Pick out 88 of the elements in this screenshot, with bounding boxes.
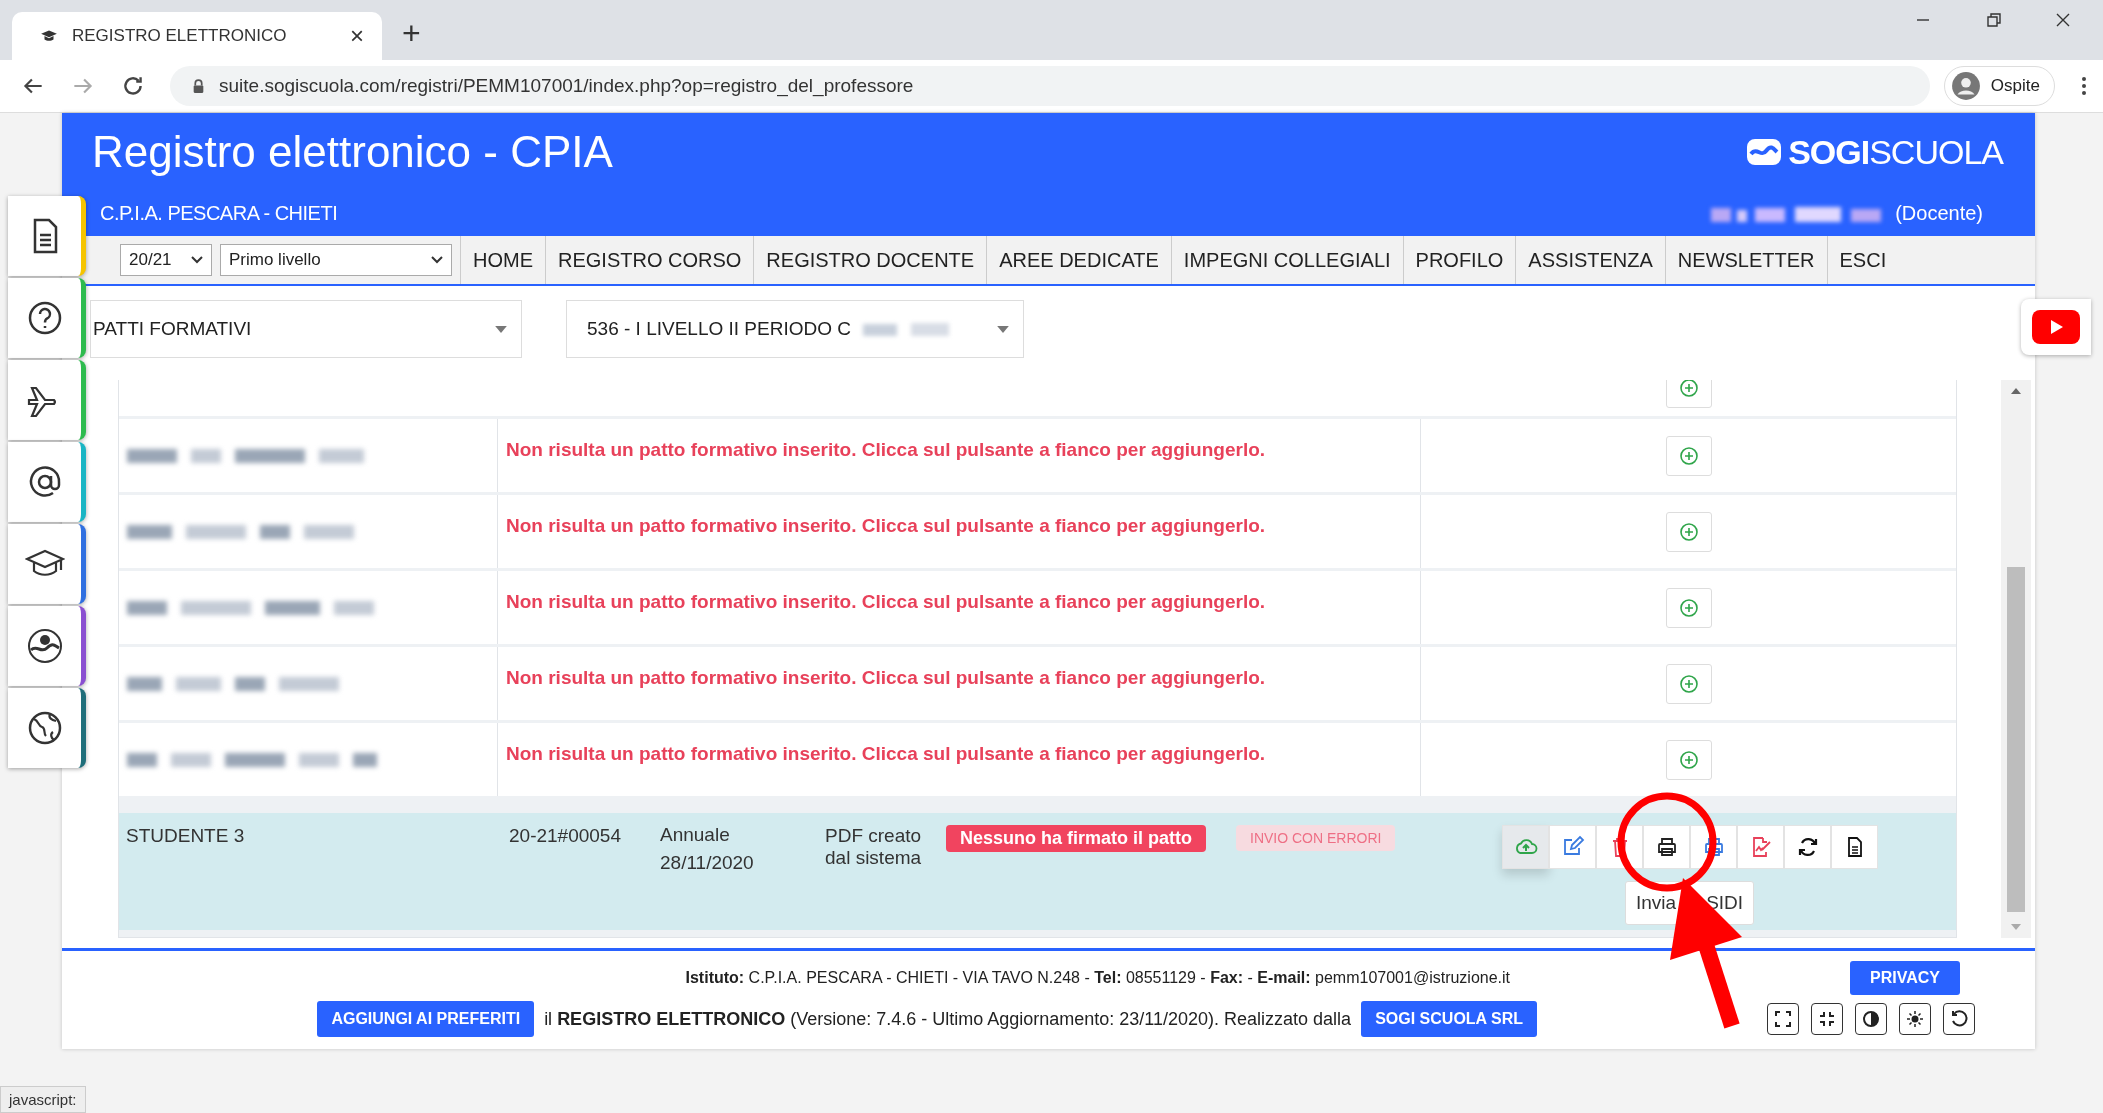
nav-link[interactable]: AREE DEDICATE	[986, 236, 1171, 284]
warning-message: Non risulta un patto formativo inserito. Clicca sul pulsante a fianco per aggiungerlo.	[506, 590, 1266, 613]
add-icon	[1678, 749, 1699, 770]
institute-info: Istituto: C.P.I.A. PESCARA - CHIETI - VIA TAVO N.248 - Tel: 08551129 - Fax: - E-mail: pemm107001@istruzione.it	[685, 969, 1511, 987]
reset-icon	[1949, 1009, 1969, 1029]
logo-text: SOGISCUOLA	[1788, 132, 2003, 172]
sign-button[interactable]	[1737, 825, 1784, 869]
contrast-button[interactable]	[1855, 1003, 1887, 1035]
caret-icon	[495, 325, 507, 333]
period-text: Annuale	[660, 825, 731, 845]
nav-link[interactable]: PROFILO	[1402, 236, 1516, 284]
add-icon	[1678, 597, 1699, 618]
compress-button[interactable]	[1811, 1003, 1843, 1035]
send-status-badge: INVIO CON ERRORI	[1236, 825, 1396, 851]
file-button[interactable]	[1831, 825, 1878, 869]
new-tab-button[interactable]: +	[402, 15, 421, 52]
lock-icon	[192, 78, 205, 94]
nav-link[interactable]: ASSISTENZA	[1515, 236, 1665, 284]
side-button[interactable]	[8, 688, 86, 768]
nav-link[interactable]: ESCI	[1826, 236, 1899, 284]
add-button[interactable]	[1665, 587, 1712, 628]
nav-link[interactable]: NEWSLETTER	[1664, 236, 1827, 284]
class-dropdown[interactable]: 536 - I LIVELLO II PERIODO C	[566, 300, 1024, 358]
section-dropdown[interactable]: PATTI FORMATIVI	[90, 300, 522, 358]
app-title: Registro elettronico - CPIA	[92, 127, 613, 177]
menu-icon[interactable]	[2081, 76, 2087, 96]
scroll-thumb[interactable]	[2007, 567, 2025, 912]
browser-tab[interactable]: REGISTRO ELETTRONICO ×	[12, 12, 382, 60]
tooltip-text: Invia	[1636, 892, 1677, 914]
avatar-icon	[1950, 71, 1981, 101]
add-button[interactable]	[1665, 380, 1712, 408]
scroll-up-icon[interactable]	[2011, 388, 2021, 394]
side-button[interactable]	[8, 524, 86, 604]
reset-button[interactable]	[1943, 1003, 1975, 1035]
brightness-button[interactable]	[1899, 1003, 1931, 1035]
year-select[interactable]: 20/21	[120, 244, 212, 276]
address-field[interactable]: suite.sogiscuola.com/registri/PEMM107001/index.php?op=registro_del_professore	[170, 66, 1930, 106]
scrollbar[interactable]	[2001, 380, 2031, 938]
add-icon	[1678, 380, 1699, 398]
warning-message: Non risulta un patto formativo inserito. Clicca sul pulsante a fianco per aggiungerlo.	[506, 742, 1266, 765]
side-button[interactable]	[8, 442, 86, 522]
add-button[interactable]	[1665, 663, 1712, 704]
status-text: javascript:	[0, 1086, 86, 1113]
add-icon	[1678, 673, 1699, 694]
tab-title: REGISTRO ELETTRONICO	[72, 26, 288, 46]
chevron-icon	[431, 256, 443, 264]
side-button[interactable]	[8, 606, 86, 686]
signature-badge: Nessuno ha firmato il patto	[946, 825, 1207, 852]
add-button[interactable]	[1665, 511, 1712, 552]
add-icon	[1678, 521, 1699, 542]
compress-icon	[1817, 1009, 1837, 1029]
side-button[interactable]	[8, 278, 86, 358]
favorites-button[interactable]: AGGIUNGI AI PREFERITI	[317, 1001, 535, 1037]
close-tab-button[interactable]: ×	[350, 22, 364, 50]
level-select[interactable]: Primo livello	[220, 244, 452, 276]
add-icon	[1678, 445, 1699, 466]
user-role: (Docente)	[1895, 202, 1983, 225]
privacy-button[interactable]: PRIVACY	[1850, 961, 1960, 995]
student-name: STUDENTE 3	[125, 825, 246, 847]
company-button[interactable]: SOGI SCUOLA SRL	[1361, 1001, 1537, 1037]
school-name: C.P.I.A. PESCARA - CHIETI	[100, 202, 338, 225]
chevron-icon	[191, 256, 203, 264]
add-button[interactable]	[1665, 739, 1712, 780]
refresh-button[interactable]	[1784, 825, 1831, 869]
play-icon	[2032, 310, 2080, 344]
logo-icon	[1746, 138, 1783, 166]
warning-message: Non risulta un patto formativo inserito. Clicca sul pulsante a fianco per aggiungerlo.	[506, 514, 1266, 537]
contrast-icon	[1861, 1009, 1881, 1029]
edit-button[interactable]	[1549, 825, 1596, 869]
version-info: il REGISTRO ELETTRONICO (Versione: 7.4.6 - Ultimo Aggiornamento: 23/11/2020). Realizzato dalla	[544, 1008, 1352, 1030]
add-button[interactable]	[1665, 435, 1712, 476]
expand-button[interactable]	[1767, 1003, 1799, 1035]
pdf-status: PDF creato dal sistema	[825, 825, 923, 869]
video-button[interactable]	[2021, 299, 2091, 355]
warning-message: Non risulta un patto formativo inserito. Clicca sul pulsante a fianco per aggiungerlo.	[506, 666, 1266, 689]
nav-link[interactable]: REGISTRO DOCENTE	[753, 236, 987, 284]
nav-link[interactable]: HOME	[460, 236, 545, 284]
expand-icon	[1773, 1009, 1793, 1029]
caret-icon	[997, 325, 1009, 333]
warning-message: Non risulta un patto formativo inserito. Clicca sul pulsante a fianco per aggiungerlo.	[506, 438, 1266, 461]
print-button[interactable]	[1643, 825, 1690, 869]
side-button[interactable]	[8, 360, 86, 440]
brightness-icon	[1905, 1009, 1925, 1029]
nav-link[interactable]: IMPEGNI COLLEGIALI	[1170, 236, 1403, 284]
upload-button[interactable]	[1502, 825, 1549, 869]
pact-code: 20-21#00054	[508, 825, 622, 847]
nav-link[interactable]: REGISTRO CORSO	[545, 236, 754, 284]
date-text: 28/11/2020	[660, 852, 755, 873]
